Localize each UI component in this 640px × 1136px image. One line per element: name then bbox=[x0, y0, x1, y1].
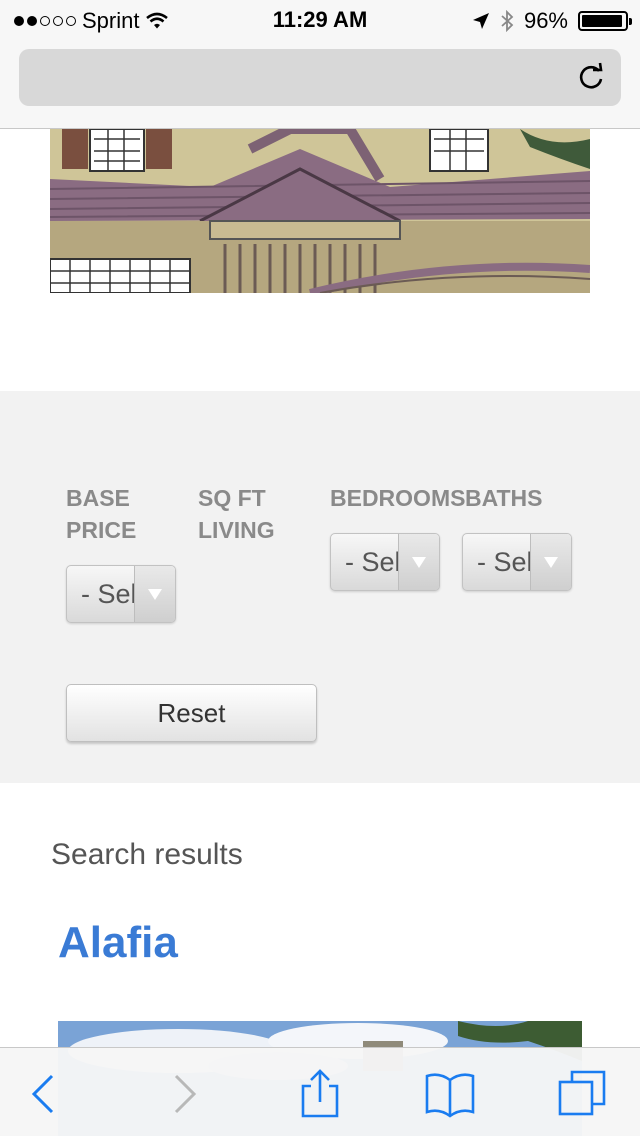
bluetooth-icon bbox=[501, 10, 514, 32]
status-bar: Sprint 11:29 AM 96% bbox=[0, 0, 640, 40]
forward-icon[interactable] bbox=[160, 1068, 210, 1118]
sqft-living-label: SQ FT LIVING bbox=[198, 485, 275, 543]
battery-icon bbox=[578, 11, 632, 31]
tabs-icon[interactable] bbox=[558, 1068, 608, 1118]
browser-top-chrome: Sprint 11:29 AM 96% bbox=[0, 0, 640, 129]
back-icon[interactable] bbox=[20, 1068, 70, 1118]
bedrooms-select[interactable]: - Select - bbox=[330, 533, 440, 591]
chevron-down-icon bbox=[398, 534, 439, 590]
reload-icon[interactable] bbox=[575, 61, 607, 93]
filter-panel: BASE PRICE - Select - SQ FT LIVING BEDRO… bbox=[0, 391, 640, 783]
reset-button[interactable]: Reset bbox=[66, 684, 317, 742]
bedrooms-label: BEDROOMS bbox=[330, 485, 466, 511]
location-arrow-icon bbox=[472, 13, 489, 29]
base-price-select[interactable]: - Select - bbox=[66, 565, 176, 623]
address-bar[interactable] bbox=[19, 49, 621, 106]
baths-select-value: - Select - bbox=[477, 547, 537, 577]
search-results-heading: Search results bbox=[51, 838, 243, 871]
baths-label: BATHS bbox=[465, 485, 543, 511]
baths-select[interactable]: - Select - bbox=[462, 533, 572, 591]
base-price-label: BASE PRICE bbox=[66, 485, 137, 543]
share-icon[interactable] bbox=[295, 1068, 345, 1118]
chevron-down-icon bbox=[134, 566, 175, 622]
chevron-down-icon bbox=[530, 534, 571, 590]
home-plan-rendering bbox=[50, 129, 590, 293]
bookmarks-icon[interactable] bbox=[425, 1068, 475, 1118]
base-price-select-value: - Select - bbox=[81, 579, 141, 609]
bedrooms-select-value: - Select - bbox=[345, 547, 405, 577]
battery-percent: 96% bbox=[523, 8, 568, 33]
result-title-link[interactable]: Alafia bbox=[58, 918, 178, 968]
browser-toolbar bbox=[0, 1047, 640, 1136]
